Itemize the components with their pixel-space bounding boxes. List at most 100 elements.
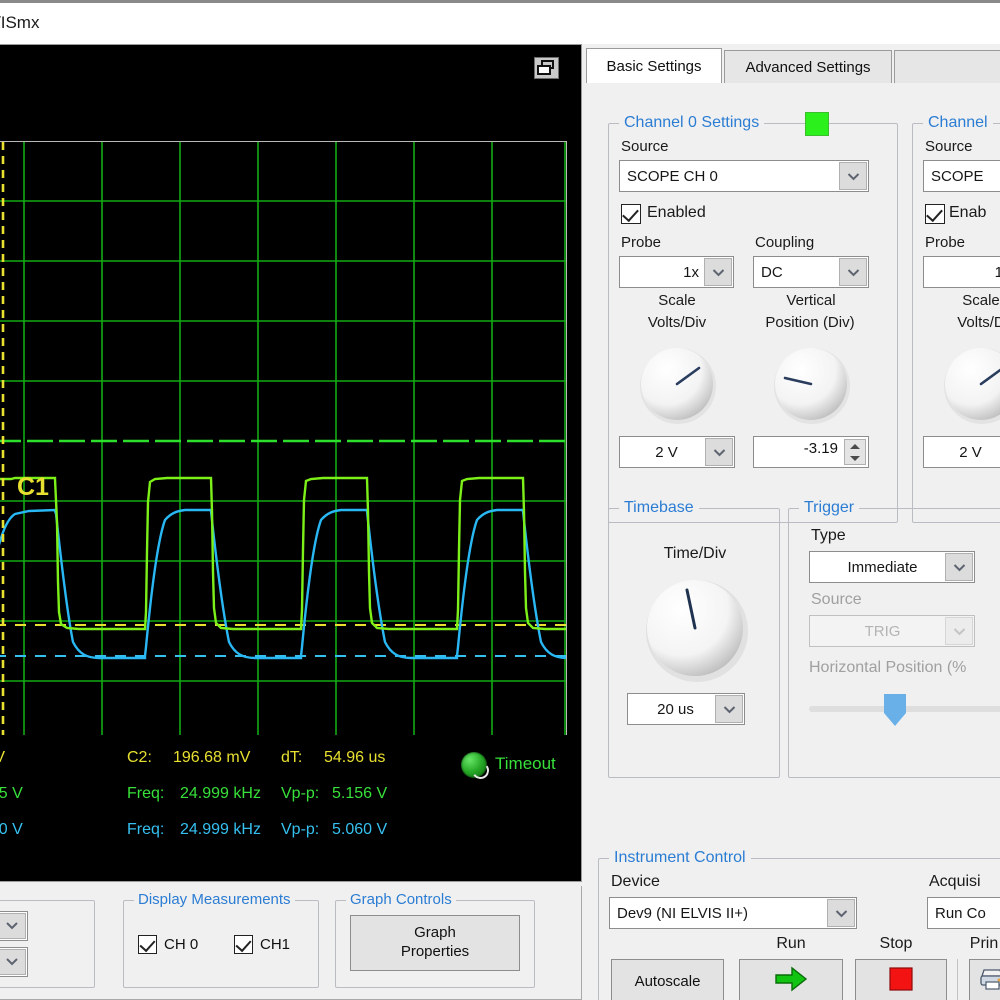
cursor-select-1[interactable]: H 0 bbox=[0, 911, 28, 941]
print-label: Prin bbox=[953, 935, 1000, 953]
cursor-select-2[interactable]: H 1 bbox=[0, 947, 28, 977]
channel1-scale-label-1: Scale bbox=[925, 292, 1000, 309]
channel1-source-label: Source bbox=[925, 138, 973, 155]
device-value: Dev9 (NI ELVIS II+) bbox=[610, 905, 748, 922]
trigger-legend: Trigger bbox=[799, 499, 859, 517]
channel0-scale-knob[interactable] bbox=[633, 340, 723, 430]
tab-extra[interactable] bbox=[894, 50, 1000, 84]
channel0-vpos-label-2: Position (Div) bbox=[747, 314, 873, 331]
channel0-vpos-spinner[interactable]: -3.19 bbox=[753, 436, 869, 468]
acquisition-value: Run Co bbox=[928, 905, 986, 922]
timebase-group: Timebase Time/Div bbox=[608, 508, 780, 778]
channel0-source-label: Source bbox=[621, 138, 669, 155]
channel1-source-combo[interactable]: SCOPE bbox=[923, 160, 1000, 192]
chevron-down-icon[interactable] bbox=[704, 258, 732, 286]
printer-icon bbox=[978, 966, 1000, 996]
run-label: Run bbox=[749, 935, 833, 953]
display-measurements-ch0[interactable]: CH 0 bbox=[138, 935, 198, 954]
channel1-enabled-label: Enab bbox=[949, 204, 986, 222]
cursor-c1-label: C1 bbox=[17, 473, 49, 501]
window-title: /ISmx bbox=[0, 13, 39, 33]
instrument-control-legend: Instrument Control bbox=[609, 849, 751, 867]
channel1-probe-label: Probe bbox=[925, 234, 965, 251]
channel1-scale-value: 2 V bbox=[924, 444, 1000, 461]
measurement-col2-value: 196.68 mV bbox=[173, 749, 250, 767]
channel1-probe-value: 1 bbox=[995, 264, 1000, 281]
trigger-source-label: Source bbox=[811, 591, 862, 609]
checkbox-ch1[interactable] bbox=[234, 935, 253, 954]
channel0-coupling-label: Coupling bbox=[755, 234, 814, 251]
measurements-readout: 4 V C2: 196.68 mV dT: 54.96 us 495 V Fre… bbox=[0, 749, 583, 867]
graph-properties-button[interactable]: Graph Properties bbox=[350, 915, 520, 971]
trigger-type-combo[interactable]: Immediate bbox=[809, 551, 975, 583]
tab-advanced-settings[interactable]: Advanced Settings bbox=[724, 50, 892, 84]
channel0-legend: Channel 0 Settings bbox=[619, 114, 764, 132]
trigger-hpos-label: Horizontal Position (% bbox=[809, 659, 966, 677]
measurement-col3-label: Vp-p: bbox=[281, 821, 319, 839]
channel0-coupling-combo[interactable]: DC bbox=[753, 256, 869, 288]
channel1-settings-group: Channel Source SCOPE Enab Probe 1 bbox=[912, 123, 1000, 523]
stop-button[interactable] bbox=[855, 959, 947, 1000]
channel1-probe-combo[interactable]: 1 bbox=[923, 256, 1000, 288]
channel0-scale-label-1: Scale bbox=[621, 292, 733, 309]
acquisition-combo[interactable]: Run Co bbox=[927, 897, 1000, 929]
measurement-col3-label: Vp-p: bbox=[281, 785, 319, 803]
checkbox-ch0-label: CH 0 bbox=[164, 936, 198, 953]
channel0-enabled-label: Enabled bbox=[647, 204, 706, 222]
status-badge: Timeout bbox=[495, 754, 556, 774]
measurement-col3-value: 54.96 us bbox=[324, 749, 385, 767]
channel0-scale-combo[interactable]: 2 V bbox=[619, 436, 735, 468]
display-measurements-ch1[interactable]: CH1 bbox=[234, 935, 290, 954]
print-button[interactable] bbox=[969, 959, 1000, 1000]
channel0-probe-label: Probe bbox=[621, 234, 661, 251]
device-combo[interactable]: Dev9 (NI ELVIS II+) bbox=[609, 897, 857, 929]
settings-pane: Basic Settings Advanced Settings Channel… bbox=[582, 44, 1000, 1000]
timebase-time-div-label: Time/Div bbox=[609, 545, 781, 563]
measurement-col3-value: 5.156 V bbox=[332, 785, 387, 803]
channel0-vpos-knob[interactable] bbox=[767, 340, 857, 430]
checkbox-ch0[interactable] bbox=[138, 935, 157, 954]
checkbox-ch1-label: CH1 bbox=[260, 936, 290, 953]
graph-container: Sample Rate:12.50 MS/s bbox=[0, 44, 582, 882]
channel0-scale-label-2: Volts/Div bbox=[621, 314, 733, 331]
tab-basic-settings[interactable]: Basic Settings bbox=[586, 48, 722, 85]
chevron-down-icon[interactable] bbox=[839, 162, 867, 190]
channel1-scale-knob[interactable] bbox=[937, 340, 1000, 430]
channel1-scale-label-2: Volts/D bbox=[925, 314, 1000, 331]
basic-settings-panel: Channel 0 Settings Source SCOPE CH 0 Ena… bbox=[582, 83, 1000, 1000]
trigger-hpos-slider-thumb[interactable] bbox=[882, 693, 908, 727]
spinner-arrows-icon[interactable] bbox=[844, 439, 866, 465]
chevron-down-icon bbox=[945, 617, 973, 645]
chevron-down-icon[interactable] bbox=[715, 695, 743, 723]
channel0-source-combo[interactable]: SCOPE CH 0 bbox=[619, 160, 869, 192]
channel0-probe-combo[interactable]: 1x bbox=[619, 256, 734, 288]
graph-controls-legend: Graph Controls bbox=[346, 891, 456, 908]
chevron-down-icon[interactable] bbox=[827, 899, 855, 927]
waveform-plot[interactable]: C1 bbox=[0, 141, 567, 735]
chevron-down-icon[interactable] bbox=[839, 258, 867, 286]
channel0-enabled-checkbox[interactable] bbox=[621, 204, 641, 224]
graph-controls-group: Graph Controls Graph Properties bbox=[335, 900, 535, 988]
instrument-control-group: Instrument Control Device Dev9 (NI ELVIS… bbox=[598, 858, 1000, 1000]
channel1-scale-combo[interactable]: 2 V bbox=[923, 436, 1000, 468]
timebase-combo[interactable]: 20 us bbox=[627, 693, 745, 725]
scope-display-pane: Sample Rate:12.50 MS/s bbox=[0, 44, 582, 1000]
channel0-vpos-value: -3.19 bbox=[804, 440, 838, 457]
channel0-coupling-value: DC bbox=[754, 264, 783, 281]
chevron-down-icon[interactable] bbox=[705, 438, 733, 466]
chevron-down-icon[interactable] bbox=[945, 553, 973, 581]
chevron-down-icon[interactable] bbox=[0, 949, 26, 975]
timebase-knob[interactable] bbox=[636, 569, 756, 689]
measurement-col2-label: Freq: bbox=[127, 821, 164, 839]
measurement-row: 350 V Freq: 24.999 kHz Vp-p: 5.060 V bbox=[0, 821, 583, 854]
window-restore-icon[interactable] bbox=[534, 57, 559, 79]
graph-properties-line1: Graph bbox=[414, 924, 456, 943]
channel1-enabled-checkbox[interactable] bbox=[925, 204, 945, 224]
run-button[interactable] bbox=[739, 959, 843, 1000]
cursor-source-group: H 0 H 1 bbox=[0, 900, 95, 988]
channel1-legend: Channel bbox=[923, 114, 993, 132]
measurement-col2-value: 24.999 kHz bbox=[180, 821, 261, 839]
chevron-down-icon[interactable] bbox=[0, 913, 26, 939]
autoscale-button[interactable]: Autoscale bbox=[611, 959, 724, 1000]
scope-bottom-controls: H 0 H 1 Display Measurements CH 0 bbox=[0, 886, 582, 1000]
